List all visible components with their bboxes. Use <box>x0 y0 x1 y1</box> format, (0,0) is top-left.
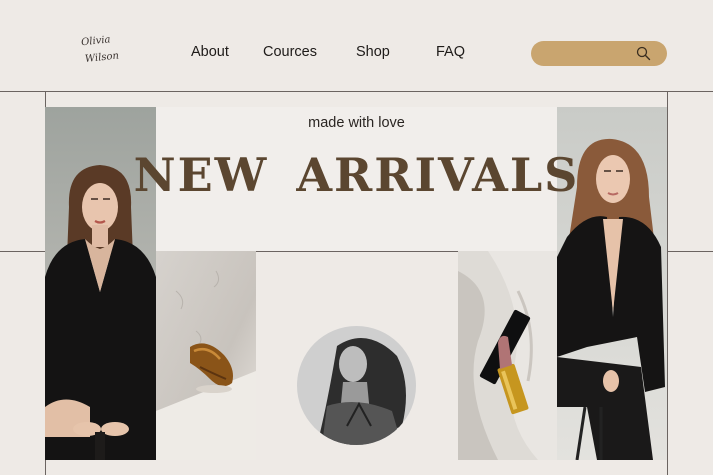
search-icon[interactable] <box>636 46 651 61</box>
nav-link-about[interactable]: About <box>191 44 229 60</box>
hero-tagline: made with love <box>308 115 405 131</box>
nav-link-courses[interactable]: Cources <box>263 44 317 60</box>
logo-last-name: Wilson <box>84 50 120 66</box>
search-input[interactable] <box>545 44 645 63</box>
nav-link-shop[interactable]: Shop <box>356 44 390 60</box>
hero-headline: NEW ARRIVALS <box>133 148 580 202</box>
product-photo-hair-clip <box>156 251 256 460</box>
portrait-circle-photo <box>297 326 416 445</box>
landing-page: Olivia Wilson About Cources Shop FAQ mad… <box>0 0 713 475</box>
product-photo-lipstick <box>458 251 558 460</box>
search-bar[interactable] <box>531 41 667 66</box>
nav-link-faq[interactable]: FAQ <box>436 44 465 60</box>
divider-top <box>0 91 713 92</box>
brand-logo[interactable]: Olivia Wilson <box>80 30 127 68</box>
